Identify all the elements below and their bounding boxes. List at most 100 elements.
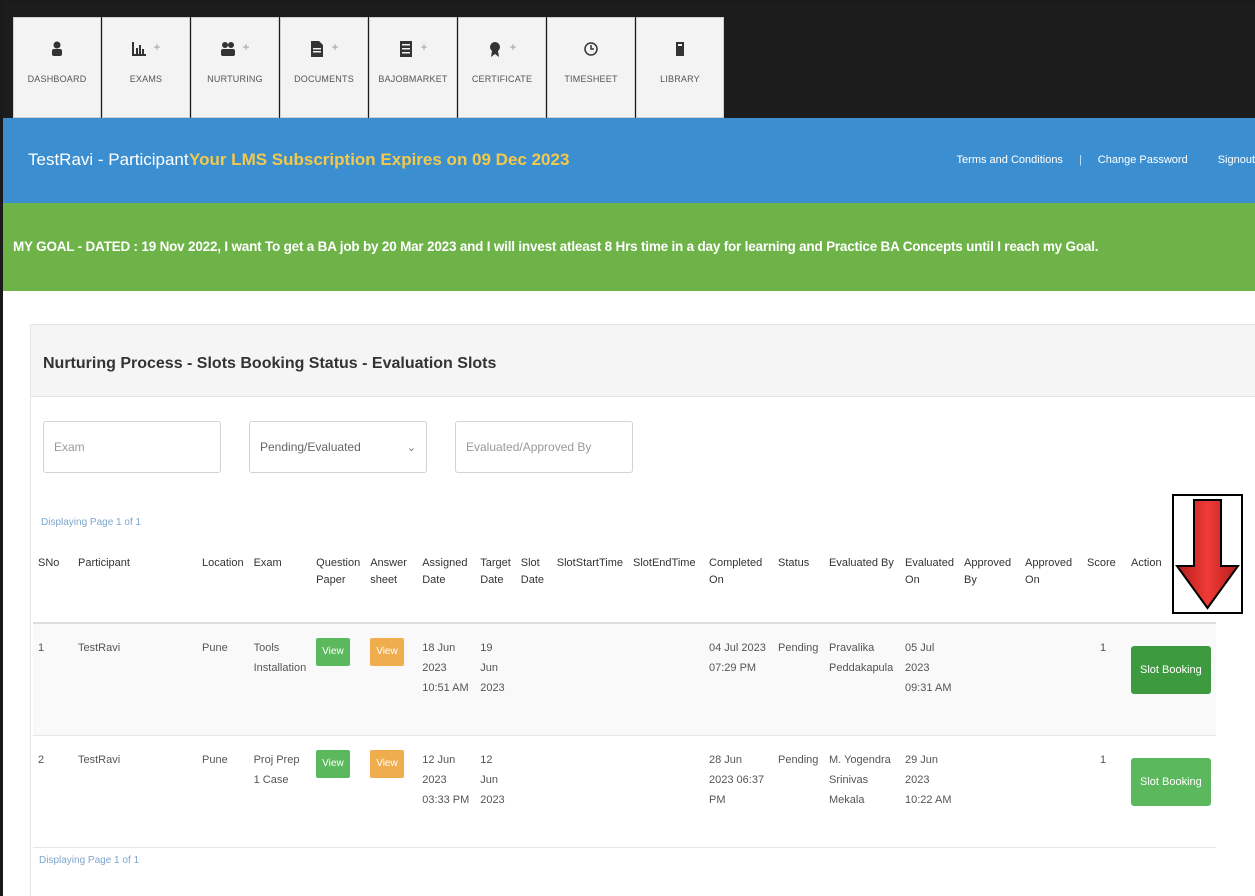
tab-dashboard[interactable]: DASHBOARD bbox=[13, 17, 101, 118]
col-sno: SNo bbox=[33, 549, 73, 624]
slot-booking-button[interactable]: Slot Booking bbox=[1131, 646, 1211, 694]
cell-status: Pending bbox=[773, 623, 825, 736]
cell-participant: TestRavi bbox=[73, 623, 197, 736]
tab-certificate[interactable]: + CERTIFICATE bbox=[458, 17, 546, 118]
tab-library[interactable]: LIBRARY bbox=[636, 17, 724, 118]
status-filter-select[interactable]: Pending/Evaluated ⌄ bbox=[249, 421, 427, 473]
cell-score: 1 bbox=[1082, 623, 1127, 736]
annotation-box bbox=[1172, 494, 1243, 614]
view-answer-sheet-button[interactable]: View bbox=[370, 638, 404, 666]
view-question-paper-button[interactable]: View bbox=[316, 638, 350, 666]
cell-evaluated-by: M. Yogendra Srinivas Mekala bbox=[824, 735, 901, 848]
certificate-icon bbox=[487, 40, 503, 58]
cell-question-paper: View bbox=[311, 735, 366, 848]
col-question-paper: Question Paper bbox=[311, 549, 366, 624]
list-icon bbox=[398, 40, 414, 58]
col-approved-on: Approved On bbox=[1020, 549, 1083, 624]
cell-exam: Tools Installation bbox=[248, 623, 312, 736]
cell-completed-on: 04 Jul 2023 07:29 PM bbox=[704, 623, 774, 736]
cell-slot-end bbox=[628, 735, 705, 848]
paging-info-top: Displaying Page 1 of 1 bbox=[41, 517, 142, 528]
cell-action: Slot Booking bbox=[1126, 623, 1217, 736]
cell-approved-by bbox=[959, 623, 1021, 736]
cell-assigned-date: 18 Jun 2023 10:51 AM bbox=[417, 623, 476, 736]
cell-target-date: 12 Jun 2023 bbox=[475, 735, 516, 848]
goal-banner: MY GOAL - DATED : 19 Nov 2022, I want To… bbox=[3, 203, 1255, 291]
cell-slot-date bbox=[515, 735, 552, 848]
link-separator: | bbox=[1078, 154, 1082, 166]
col-assigned-date: Assigned Date bbox=[417, 549, 476, 624]
change-password-link[interactable]: Change Password bbox=[1098, 154, 1188, 166]
cell-evaluated-on: 05 Jul 2023 09:31 AM bbox=[900, 623, 960, 736]
expand-icon: + bbox=[242, 40, 250, 54]
header-bar: TestRavi - Participant Your LMS Subscrip… bbox=[3, 118, 1255, 203]
filter-bar: Exam Pending/Evaluated ⌄ Evaluated/Appro… bbox=[43, 421, 633, 473]
cell-exam: Proj Prep 1 Case bbox=[248, 735, 312, 848]
col-slot-end: SlotEndTime bbox=[628, 549, 705, 624]
tab-bajobmarket[interactable]: + BAJOBMARKET bbox=[369, 17, 457, 118]
paging-info-bottom: Displaying Page 1 of 1 bbox=[39, 855, 140, 866]
tab-label: TIMESHEET bbox=[564, 74, 618, 84]
cell-approved-on bbox=[1020, 623, 1083, 736]
tab-label: NURTURING bbox=[207, 74, 263, 84]
status-filter-value: Pending/Evaluated bbox=[260, 440, 361, 454]
cell-status: Pending bbox=[773, 735, 825, 848]
tab-exams[interactable]: + EXAMS bbox=[102, 17, 190, 118]
document-icon bbox=[309, 40, 325, 58]
slots-panel: Nurturing Process - Slots Booking Status… bbox=[30, 324, 1255, 896]
tab-label: DASHBOARD bbox=[27, 74, 87, 84]
table-row: 2 TestRavi Pune Proj Prep 1 Case View Vi… bbox=[33, 735, 1217, 848]
tab-label: BAJOBMARKET bbox=[378, 74, 448, 84]
dashboard-icon bbox=[49, 40, 65, 58]
col-score: Score bbox=[1082, 549, 1127, 624]
cell-approved-on bbox=[1020, 735, 1083, 848]
cell-target-date: 19 Jun 2023 bbox=[475, 623, 516, 736]
tab-documents[interactable]: + DOCUMENTS bbox=[280, 17, 368, 118]
cell-participant: TestRavi bbox=[73, 735, 197, 848]
terms-link[interactable]: Terms and Conditions bbox=[957, 154, 1063, 166]
cell-slot-start bbox=[551, 623, 629, 736]
tab-nurturing[interactable]: + NURTURING bbox=[191, 17, 279, 118]
col-evaluated-on: Evaluated On bbox=[900, 549, 960, 624]
cell-approved-by bbox=[959, 735, 1021, 848]
slots-table: SNo Participant Location Exam Question P… bbox=[33, 549, 1217, 848]
signout-link[interactable]: Signout bbox=[1218, 154, 1255, 166]
panel-header: Nurturing Process - Slots Booking Status… bbox=[31, 325, 1255, 397]
users-icon bbox=[220, 40, 236, 58]
col-approved-by: Approved By bbox=[959, 549, 1021, 624]
table-header-row: SNo Participant Location Exam Question P… bbox=[33, 549, 1217, 624]
col-participant: Participant bbox=[73, 549, 197, 624]
panel-title: Nurturing Process - Slots Booking Status… bbox=[43, 355, 497, 372]
clock-icon bbox=[583, 40, 599, 58]
cell-answer-sheet: View bbox=[365, 735, 418, 848]
tab-label: DOCUMENTS bbox=[294, 74, 354, 84]
cell-evaluated-on: 29 Jun 2023 10:22 AM bbox=[900, 735, 960, 848]
cell-sno: 1 bbox=[33, 623, 73, 736]
view-answer-sheet-button[interactable]: View bbox=[370, 749, 404, 778]
cell-location: Pune bbox=[197, 623, 249, 736]
col-location: Location bbox=[197, 549, 249, 624]
top-navigation: DASHBOARD + EXAMS + NURTURING + DOCUMENT… bbox=[3, 3, 1255, 118]
down-arrow-icon bbox=[1175, 499, 1240, 610]
expand-icon: + bbox=[331, 40, 339, 54]
expand-icon: + bbox=[509, 40, 517, 54]
tab-label: LIBRARY bbox=[660, 74, 700, 84]
cell-assigned-date: 12 Jun 2023 03:33 PM bbox=[417, 735, 476, 848]
exam-filter-input[interactable]: Exam bbox=[43, 421, 221, 473]
view-question-paper-button[interactable]: View bbox=[316, 749, 350, 778]
subscription-expiry-notice: Your LMS Subscription Expires on 09 Dec … bbox=[189, 150, 570, 169]
chevron-down-icon: ⌄ bbox=[406, 441, 416, 454]
tab-timesheet[interactable]: TIMESHEET bbox=[547, 17, 635, 118]
tab-label: EXAMS bbox=[129, 74, 163, 84]
expand-icon: + bbox=[153, 40, 161, 54]
expand-icon: + bbox=[420, 40, 428, 54]
evaluator-filter-input[interactable]: Evaluated/Approved By bbox=[455, 421, 633, 473]
table-row: 1 TestRavi Pune Tools Installation View … bbox=[33, 623, 1217, 736]
header-links: Terms and Conditions | Change Password S… bbox=[957, 154, 1255, 166]
col-slot-date: Slot Date bbox=[515, 549, 552, 624]
cell-location: Pune bbox=[197, 735, 249, 848]
cell-sno: 2 bbox=[33, 735, 73, 848]
slot-booking-button[interactable]: Slot Booking bbox=[1131, 757, 1211, 806]
col-slot-start: SlotStartTime bbox=[551, 549, 629, 624]
cell-score: 1 bbox=[1082, 735, 1127, 848]
